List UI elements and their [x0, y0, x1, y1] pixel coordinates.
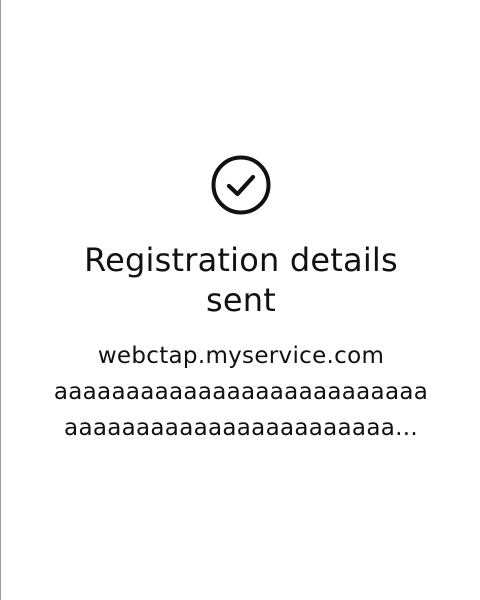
title-line-2: sent — [206, 281, 276, 319]
site-domain: webctap.myservice.com — [97, 343, 385, 369]
registration-details: webctap.myservice.com aaaaaaaaaaaaaaaaaa… — [21, 338, 461, 446]
check-circle-icon — [211, 155, 271, 215]
account-name-line-1: aaaaaaaaaaaaaaaaaaaaaaaaaa — [53, 379, 429, 405]
page-title: Registration details sent — [41, 240, 441, 320]
account-name-line-2: aaaaaaaaaaaaaaaaaaaaaaa... — [64, 415, 418, 441]
registration-sent-screen: Registration details sent webctap.myserv… — [0, 0, 480, 600]
title-line-1: Registration details — [84, 241, 398, 279]
